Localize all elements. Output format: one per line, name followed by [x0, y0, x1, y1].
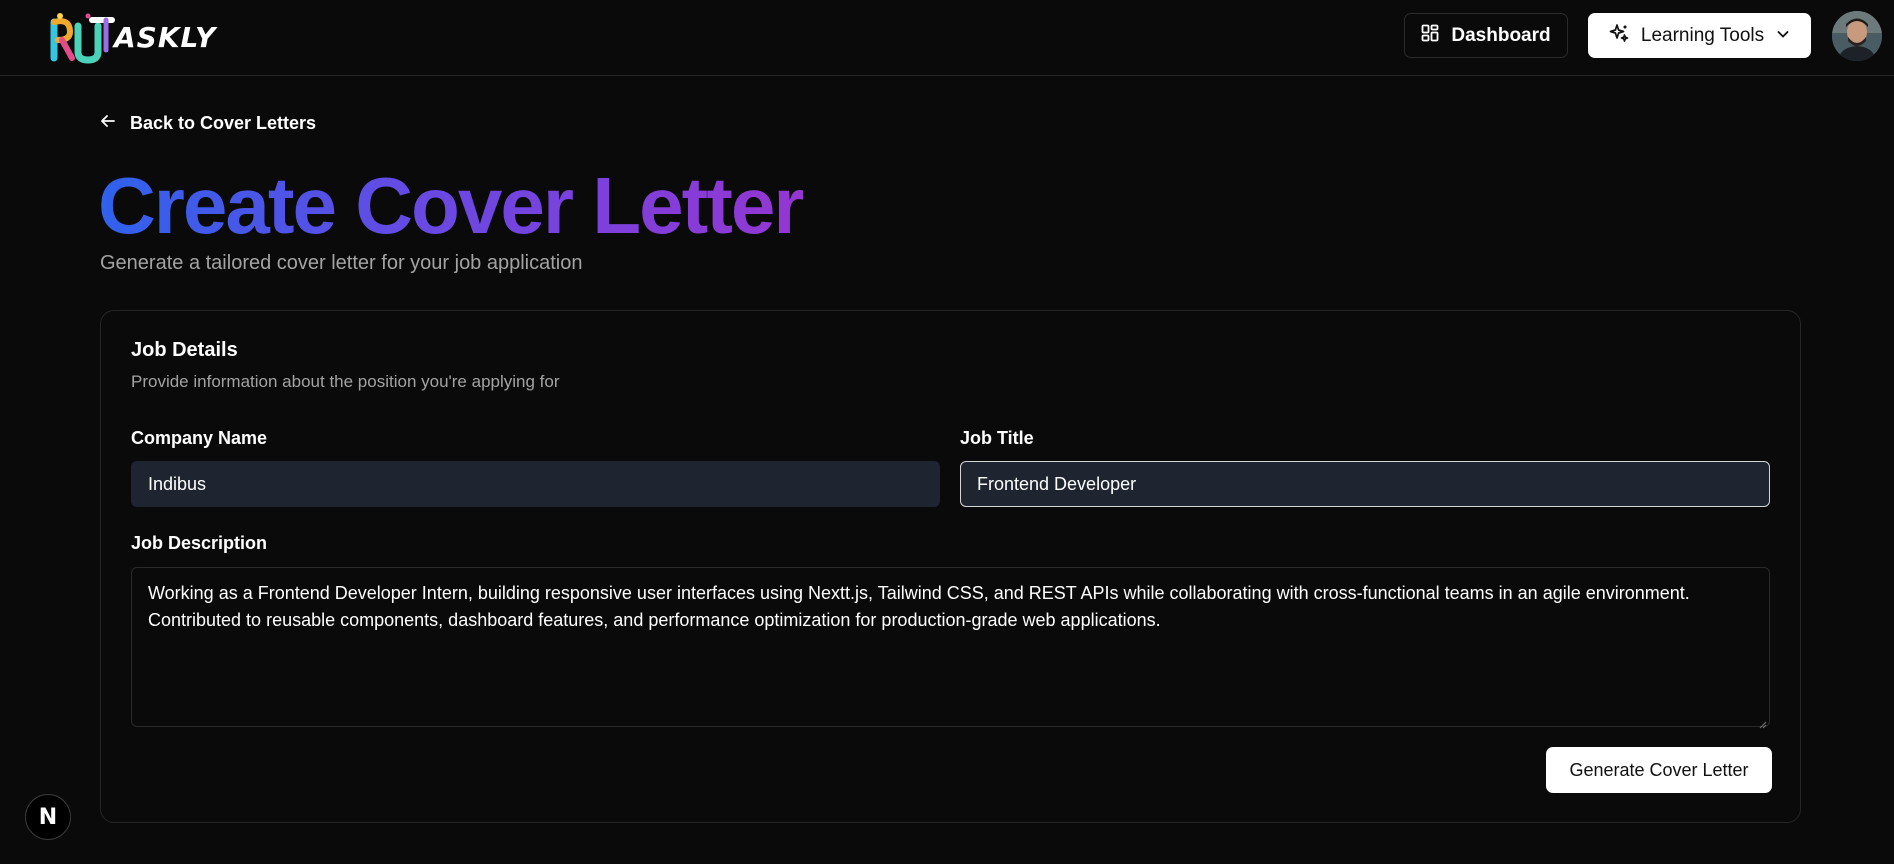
- resize-handle-icon[interactable]: [1759, 716, 1767, 729]
- card-title: Job Details: [131, 339, 238, 361]
- user-avatar[interactable]: [1832, 11, 1882, 61]
- job-title-input[interactable]: [960, 461, 1770, 507]
- askly-logo[interactable]: ASKLY: [48, 10, 215, 64]
- card-description: Provide information about the position y…: [131, 372, 560, 391]
- chevron-down-icon: [1776, 25, 1790, 47]
- generate-cover-letter-button[interactable]: Generate Cover Letter: [1546, 747, 1772, 793]
- sparkles-icon: [1609, 23, 1629, 49]
- logo-mark-icon: [48, 10, 116, 64]
- top-navbar: ASKLY Dashboard Learning Tools: [0, 0, 1894, 76]
- job-description-textarea[interactable]: Working as a Frontend Developer Intern, …: [131, 567, 1770, 727]
- company-name-label: Company Name: [131, 428, 268, 448]
- dashboard-grid-icon: [1421, 24, 1439, 48]
- back-link-label: Back to Cover Letters: [130, 112, 317, 133]
- page-subtitle: Generate a tailored cover letter for you…: [100, 252, 583, 274]
- learning-tools-label: Learning Tools: [1640, 24, 1765, 46]
- job-description-label: Job Description: [131, 533, 268, 553]
- dashboard-label: Dashboard: [1451, 24, 1551, 46]
- job-title-label: Job Title: [960, 428, 1034, 448]
- page-title: Create Cover Letter: [98, 161, 804, 250]
- nextjs-dev-badge[interactable]: N: [25, 794, 71, 840]
- job-details-card: Job Details Provide information about th…: [100, 310, 1801, 823]
- dashboard-button[interactable]: Dashboard: [1404, 13, 1568, 58]
- back-to-cover-letters-link[interactable]: Back to Cover Letters: [100, 110, 316, 136]
- learning-tools-dropdown[interactable]: Learning Tools: [1588, 13, 1811, 58]
- logo-text: ASKLY: [114, 20, 217, 54]
- company-name-input[interactable]: [131, 461, 940, 507]
- arrow-left-icon: [100, 113, 116, 134]
